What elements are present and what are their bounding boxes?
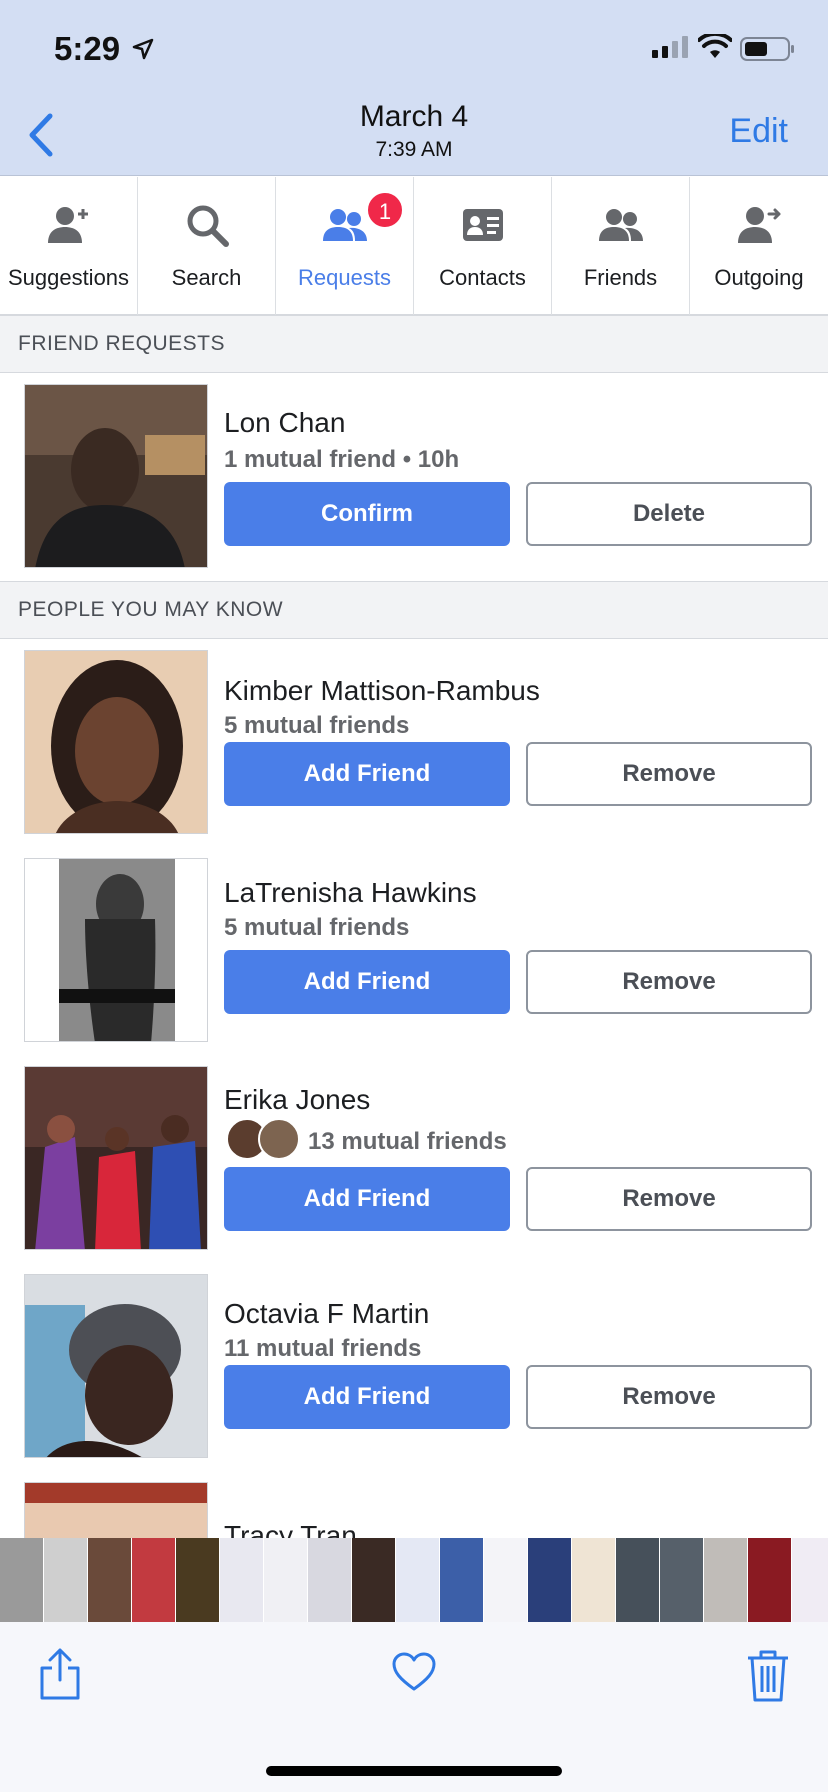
person-name[interactable]: Octavia F Martin [224,1298,429,1330]
avatar[interactable] [24,650,208,834]
status-bar: 5:29 [0,0,828,100]
photo-thumbnail[interactable] [88,1538,132,1622]
mutual-friends: 5 mutual friends [224,914,410,941]
photo-thumbnail[interactable] [44,1538,88,1622]
photo-thumbnail-strip[interactable] [0,1538,828,1622]
section-title: PEOPLE YOU MAY KNOW [18,598,284,621]
tab-label: Contacts [439,265,526,290]
mutual-friends: 13 mutual friends [308,1128,507,1155]
photo-thumbnail[interactable] [220,1538,264,1622]
edit-button[interactable]: Edit [729,112,788,151]
suggestion-item: Tracy Tran [0,1472,828,1538]
person-name[interactable]: Tracy Tran [224,1520,357,1538]
person-name[interactable]: Kimber Mattison-Rambus [224,675,540,707]
remove-button[interactable]: Remove [526,950,812,1014]
photo-thumbnail[interactable] [264,1538,308,1622]
photos-header: March 4 7:39 AM Edit [0,100,828,176]
friends-tab-bar: Suggestions Search Requests Contacts Fri… [0,177,828,315]
wifi-icon [698,34,732,58]
photo-thumbnail[interactable] [132,1538,176,1622]
suggestion-item: Octavia F Martin 11 mutual friends Add F… [0,1264,828,1464]
requests-badge: 1 [366,191,404,229]
tab-contacts[interactable]: Contacts [414,177,552,315]
section-title: FRIEND REQUESTS [18,332,226,355]
tab-label: Suggestions [7,265,130,290]
remove-button[interactable]: Remove [526,1365,812,1429]
remove-button[interactable]: Remove [526,742,812,806]
people-icon [322,209,367,241]
tab-friends[interactable]: Friends [552,177,690,315]
person-name[interactable]: Erika Jones [224,1084,370,1116]
tab-label: Friends [583,265,658,290]
status-time: 5:29 [54,30,121,67]
photo-thumbnail[interactable] [396,1538,440,1622]
suggestion-item: Kimber Mattison-Rambus 5 mutual friends … [0,640,828,840]
mutual-friends: 1 mutual friend • 10h [224,446,460,473]
photo-thumbnail[interactable] [440,1538,484,1622]
friend-request-item: Lon Chan 1 mutual friend • 10h Confirm D… [0,374,828,581]
photo-thumbnail[interactable] [616,1538,660,1622]
tab-suggestions[interactable]: Suggestions [0,177,138,315]
avatar[interactable] [24,1482,208,1538]
photo-thumbnail[interactable] [308,1538,352,1622]
tab-label: Search [171,265,242,290]
friend-requests-header: FRIEND REQUESTS [0,315,828,373]
photo-thumbnail[interactable] [704,1538,748,1622]
add-friend-button[interactable]: Add Friend [224,1365,510,1429]
battery-icon [740,37,794,61]
mutual-friend-avatar [258,1118,300,1160]
cellular-signal-icon [652,36,688,58]
suggestion-item: LaTrenisha Hawkins 5 mutual friends Add … [0,848,828,1048]
photo-thumbnail[interactable] [0,1538,44,1622]
photo-thumbnail[interactable] [792,1538,828,1622]
mutual-friend-avatars [226,1118,304,1162]
tab-search[interactable]: Search [138,177,276,315]
photo-thumbnail[interactable] [572,1538,616,1622]
confirm-button[interactable]: Confirm [224,482,510,546]
avatar[interactable] [24,384,208,568]
share-icon[interactable] [38,1646,82,1702]
add-friend-button[interactable]: Add Friend [224,1167,510,1231]
avatar[interactable] [24,858,208,1042]
photo-thumbnail[interactable] [748,1538,792,1622]
photo-time: 7:39 AM [375,138,453,161]
mutual-friends: 5 mutual friends [224,712,410,739]
suggestion-item: Erika Jones 13 mutual friends Add Friend… [0,1056,828,1266]
people-you-may-know-header: PEOPLE YOU MAY KNOW [0,581,828,639]
home-indicator[interactable] [266,1766,562,1776]
photos-toolbar [0,1622,828,1792]
location-arrow-icon [132,38,154,60]
contact-card-icon [462,209,503,241]
remove-button[interactable]: Remove [526,1167,812,1231]
tab-label: Outgoing [714,265,804,290]
tab-label: Requests [298,265,391,290]
photo-thumbnail[interactable] [660,1538,704,1622]
add-friend-button[interactable]: Add Friend [224,742,510,806]
avatar[interactable] [24,1274,208,1458]
search-icon [187,205,229,247]
add-friend-button[interactable]: Add Friend [224,950,510,1014]
tab-outgoing[interactable]: Outgoing [690,177,828,315]
delete-button[interactable]: Delete [526,482,812,546]
photo-thumbnail[interactable] [484,1538,528,1622]
photo-thumbnail[interactable] [176,1538,220,1622]
favorite-heart-icon[interactable] [392,1652,436,1692]
photo-date: March 4 [359,100,469,133]
photo-thumbnail[interactable] [528,1538,572,1622]
mutual-friends: 11 mutual friends [224,1335,422,1362]
person-name[interactable]: Lon Chan [224,407,345,439]
add-person-icon [47,207,88,243]
person-name[interactable]: LaTrenisha Hawkins [224,877,477,909]
photo-thumbnail[interactable] [352,1538,396,1622]
outgoing-person-icon [737,207,781,243]
avatar[interactable] [24,1066,208,1250]
friends-icon [598,209,643,241]
trash-icon[interactable] [746,1648,790,1702]
